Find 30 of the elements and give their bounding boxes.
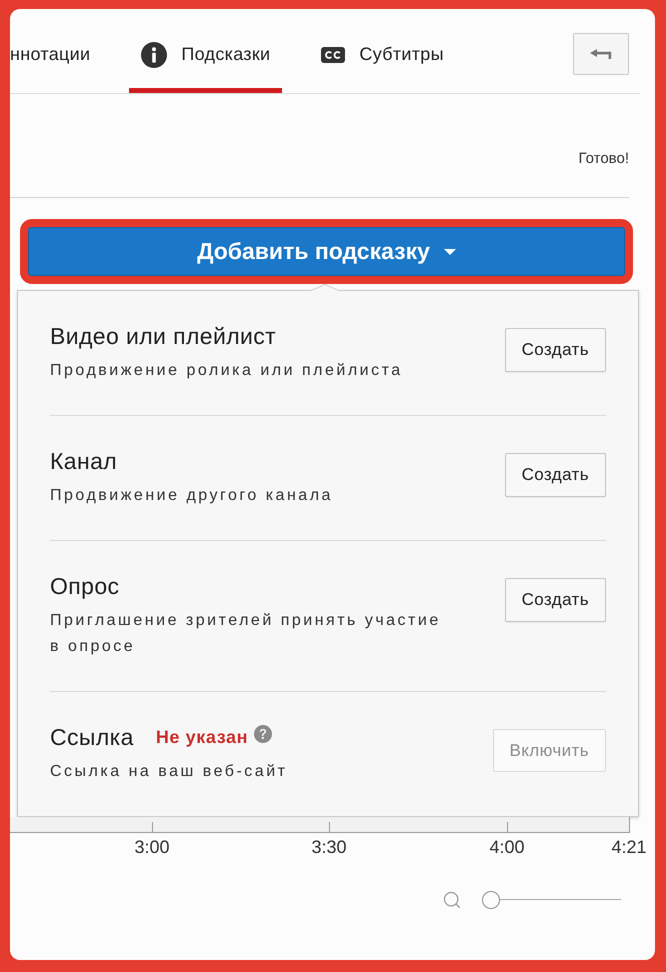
tab[interactable]: Субтитры [309, 9, 456, 93]
status-note: Не указан [156, 726, 248, 749]
item-title: Ссылка [50, 723, 134, 751]
time-label: 3:00 [134, 837, 170, 857]
info-icon [141, 42, 168, 68]
item-title: Опрос [50, 572, 120, 600]
item-description: Продвижение ролика или плейлиста [50, 361, 404, 381]
help-icon[interactable] [254, 725, 272, 743]
create-button[interactable]: Создать [504, 578, 606, 622]
tab[interactable]: ннотации [10, 9, 102, 93]
item-title: Канал [50, 447, 118, 475]
create-button[interactable]: Создать [504, 328, 606, 372]
search-icon[interactable] [442, 890, 462, 910]
item-description: Продвижение другого канала [50, 486, 334, 506]
item-title: Видео или плейлист [50, 322, 276, 350]
create-button[interactable]: Создать [504, 453, 606, 497]
closed-captions-icon [321, 46, 346, 62]
caret-icon [444, 248, 456, 254]
time-label: 3:30 [311, 837, 347, 857]
slider-thumb[interactable] [482, 891, 500, 909]
return-arrow-icon [590, 49, 612, 59]
zoom-slider[interactable] [482, 891, 621, 909]
add-button[interactable]: Добавить подсказку [28, 227, 625, 276]
back-button[interactable] [573, 33, 629, 75]
item-description: Приглашение зрителей принять участие в опросе [50, 611, 442, 657]
time-label: 4:21 [611, 837, 647, 857]
time-label: 4:00 [489, 837, 525, 857]
status-text: Готово! [578, 149, 629, 169]
item-description: Ссылка на ваш веб-сайт [50, 762, 288, 782]
tab[interactable]: Подсказки [129, 9, 282, 93]
